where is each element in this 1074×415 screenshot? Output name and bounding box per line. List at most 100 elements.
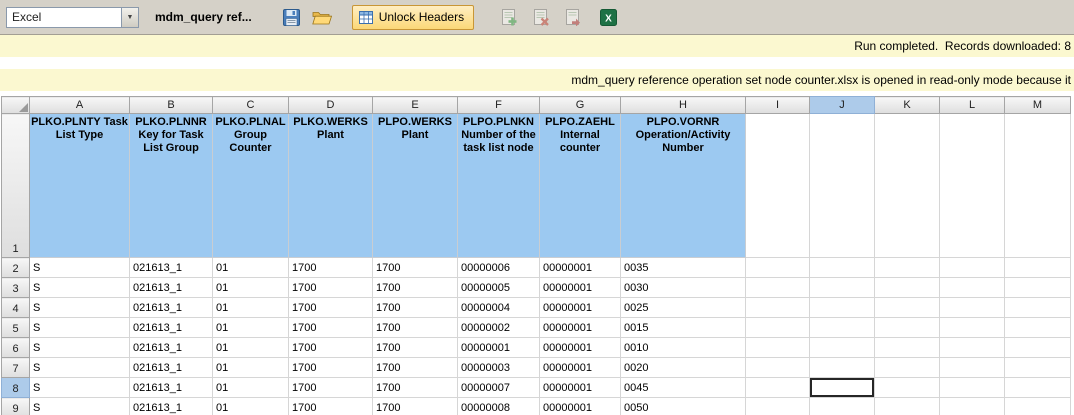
cell-M6[interactable]	[1005, 338, 1071, 358]
cell-K5[interactable]	[875, 318, 940, 338]
cell-A7[interactable]: S	[30, 358, 130, 378]
cell-G6[interactable]: 00000001	[540, 338, 621, 358]
cell-B5[interactable]: 021613_1	[130, 318, 213, 338]
cell-A6[interactable]: S	[30, 338, 130, 358]
cell-G7[interactable]: 00000001	[540, 358, 621, 378]
cell-L5[interactable]	[940, 318, 1005, 338]
cell-B9[interactable]: 021613_1	[130, 398, 213, 415]
cell-L2[interactable]	[940, 258, 1005, 278]
cell-E3[interactable]: 1700	[373, 278, 458, 298]
cell-L6[interactable]	[940, 338, 1005, 358]
field-header-cell-D1[interactable]: PLKO.WERKS Plant	[289, 114, 373, 258]
cell-E6[interactable]: 1700	[373, 338, 458, 358]
cell-H8[interactable]: 0045	[621, 378, 746, 398]
cell-J4[interactable]	[810, 298, 875, 318]
cell-A5[interactable]: S	[30, 318, 130, 338]
cell-M3[interactable]	[1005, 278, 1071, 298]
cell-F8[interactable]: 00000007	[458, 378, 540, 398]
cell-D2[interactable]: 1700	[289, 258, 373, 278]
cell-G5[interactable]: 00000001	[540, 318, 621, 338]
column-header-H[interactable]: H	[621, 97, 746, 114]
add-sheet-button[interactable]	[496, 5, 520, 29]
cell-B8[interactable]: 021613_1	[130, 378, 213, 398]
column-header-B[interactable]: B	[130, 97, 213, 114]
cell-M5[interactable]	[1005, 318, 1071, 338]
cell-E2[interactable]: 1700	[373, 258, 458, 278]
column-header-G[interactable]: G	[540, 97, 621, 114]
cell-B7[interactable]: 021613_1	[130, 358, 213, 378]
cell-K2[interactable]	[875, 258, 940, 278]
row-header-3[interactable]: 3	[2, 278, 30, 298]
cell-H3[interactable]: 0030	[621, 278, 746, 298]
cell-L7[interactable]	[940, 358, 1005, 378]
delete-sheet-button[interactable]	[528, 5, 552, 29]
cell-F2[interactable]: 00000006	[458, 258, 540, 278]
cell-I1[interactable]	[746, 114, 810, 258]
dropdown-arrow-icon[interactable]: ▼	[121, 8, 138, 27]
field-header-cell-C1[interactable]: PLKO.PLNAL Group Counter	[213, 114, 289, 258]
cell-D4[interactable]: 1700	[289, 298, 373, 318]
cell-F5[interactable]: 00000002	[458, 318, 540, 338]
cell-J1[interactable]	[810, 114, 875, 258]
cell-E7[interactable]: 1700	[373, 358, 458, 378]
cell-G3[interactable]: 00000001	[540, 278, 621, 298]
select-all-corner[interactable]	[2, 97, 30, 114]
cell-M7[interactable]	[1005, 358, 1071, 378]
cell-A8[interactable]: S	[30, 378, 130, 398]
cell-J6[interactable]	[810, 338, 875, 358]
cell-C5[interactable]: 01	[213, 318, 289, 338]
cell-G9[interactable]: 00000001	[540, 398, 621, 415]
cell-D7[interactable]: 1700	[289, 358, 373, 378]
field-header-cell-A1[interactable]: PLKO.PLNTY Task List Type	[30, 114, 130, 258]
column-header-L[interactable]: L	[940, 97, 1005, 114]
field-header-cell-G1[interactable]: PLPO.ZAEHL Internal counter	[540, 114, 621, 258]
row-header-1[interactable]: 1	[2, 114, 30, 258]
cell-I4[interactable]	[746, 298, 810, 318]
cell-E9[interactable]: 1700	[373, 398, 458, 415]
cell-D8[interactable]: 1700	[289, 378, 373, 398]
cell-K4[interactable]	[875, 298, 940, 318]
field-header-cell-B1[interactable]: PLKO.PLNNR Key for Task List Group	[130, 114, 213, 258]
column-header-J[interactable]: J	[810, 97, 875, 114]
excel-button[interactable]: X	[596, 5, 620, 29]
cell-J7[interactable]	[810, 358, 875, 378]
unlock-headers-button[interactable]: Unlock Headers	[352, 5, 474, 30]
cell-D9[interactable]: 1700	[289, 398, 373, 415]
cell-L8[interactable]	[940, 378, 1005, 398]
cell-D3[interactable]: 1700	[289, 278, 373, 298]
mode-dropdown[interactable]: Excel ▼	[6, 7, 139, 28]
cell-J9[interactable]	[810, 398, 875, 415]
cell-L4[interactable]	[940, 298, 1005, 318]
cell-C8[interactable]: 01	[213, 378, 289, 398]
cell-F3[interactable]: 00000005	[458, 278, 540, 298]
column-header-A[interactable]: A	[30, 97, 130, 114]
cell-H9[interactable]: 0050	[621, 398, 746, 415]
cell-G4[interactable]: 00000001	[540, 298, 621, 318]
cell-H4[interactable]: 0025	[621, 298, 746, 318]
cell-K8[interactable]	[875, 378, 940, 398]
field-header-cell-H1[interactable]: PLPO.VORNR Operation/Activity Number	[621, 114, 746, 258]
cell-C2[interactable]: 01	[213, 258, 289, 278]
cell-D6[interactable]: 1700	[289, 338, 373, 358]
cell-G8[interactable]: 00000001	[540, 378, 621, 398]
cell-H2[interactable]: 0035	[621, 258, 746, 278]
cell-B6[interactable]: 021613_1	[130, 338, 213, 358]
field-header-cell-F1[interactable]: PLPO.PLNKN Number of the task list node	[458, 114, 540, 258]
cell-K1[interactable]	[875, 114, 940, 258]
cell-E5[interactable]: 1700	[373, 318, 458, 338]
cell-C6[interactable]: 01	[213, 338, 289, 358]
row-header-8[interactable]: 8	[2, 378, 30, 398]
open-button[interactable]	[310, 5, 334, 29]
column-header-M[interactable]: M	[1005, 97, 1071, 114]
cell-K9[interactable]	[875, 398, 940, 415]
cell-J3[interactable]	[810, 278, 875, 298]
column-header-D[interactable]: D	[289, 97, 373, 114]
cell-D5[interactable]: 1700	[289, 318, 373, 338]
cell-E4[interactable]: 1700	[373, 298, 458, 318]
cell-A2[interactable]: S	[30, 258, 130, 278]
cell-H6[interactable]: 0010	[621, 338, 746, 358]
cell-F6[interactable]: 00000001	[458, 338, 540, 358]
cell-J5[interactable]	[810, 318, 875, 338]
cell-I9[interactable]	[746, 398, 810, 415]
cell-I7[interactable]	[746, 358, 810, 378]
